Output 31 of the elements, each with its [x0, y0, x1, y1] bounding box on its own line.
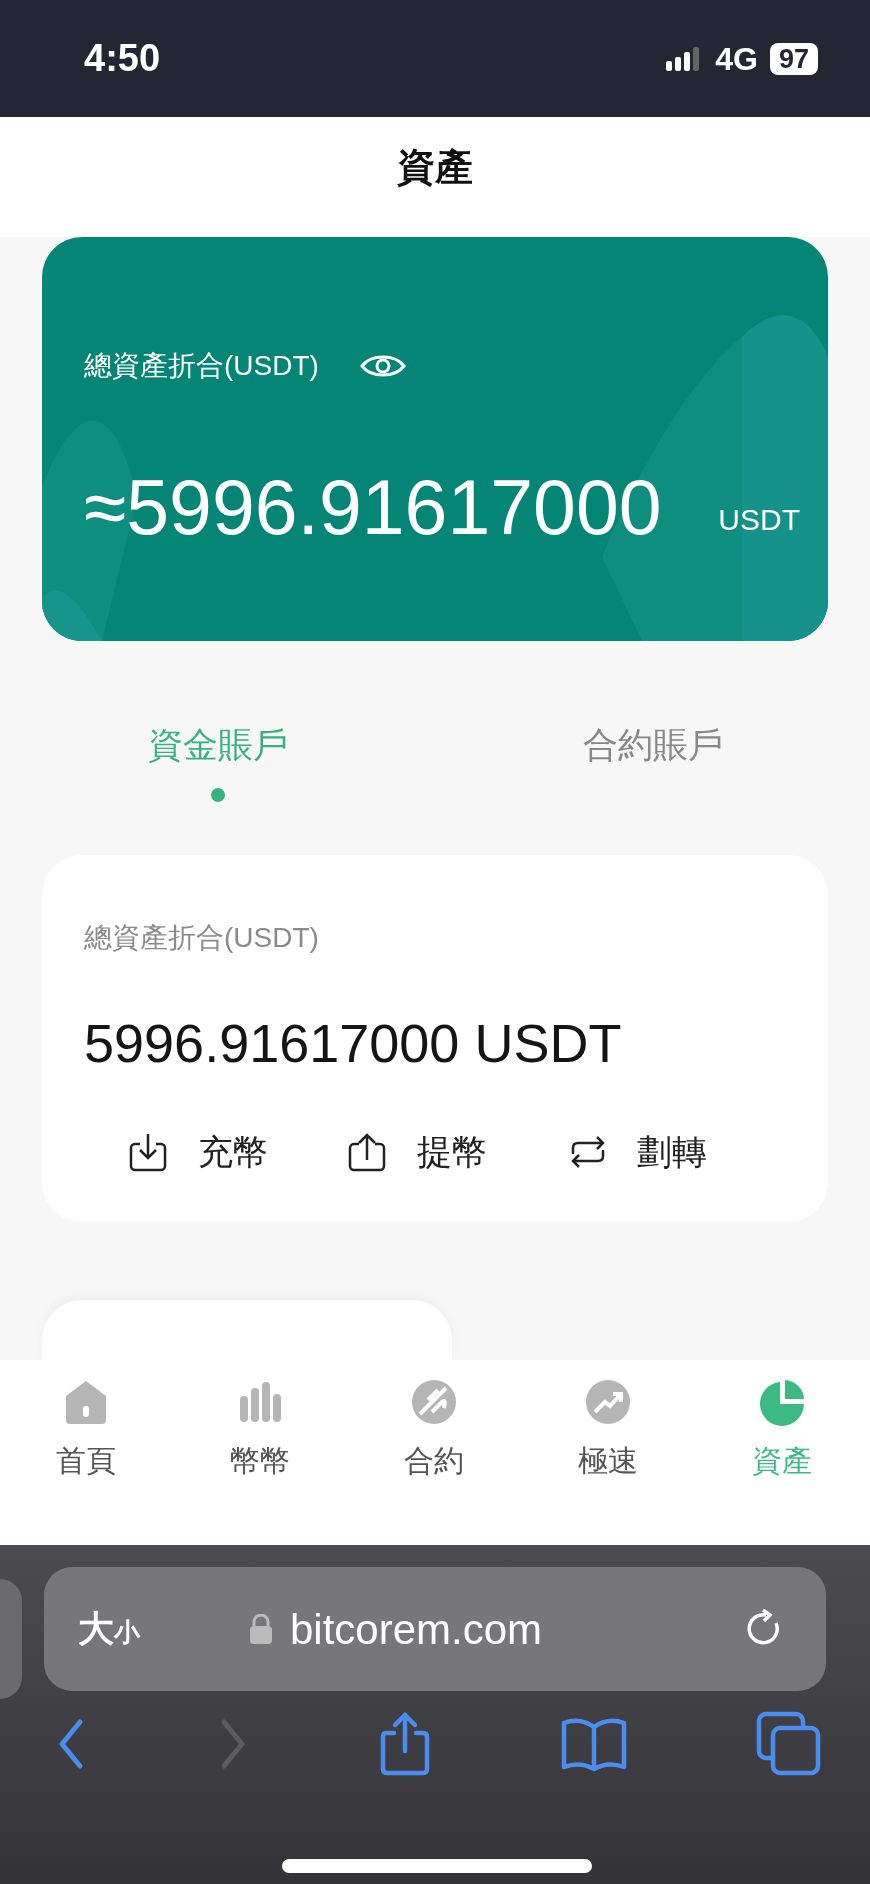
network-label: 4G	[715, 39, 758, 79]
address-bar[interactable]: 大小 bitcorem.com	[44, 1567, 826, 1691]
download-icon	[128, 1132, 168, 1173]
upload-icon	[347, 1132, 388, 1173]
nav-tab[interactable]: 首頁	[26, 1378, 146, 1545]
signal-icon	[666, 46, 700, 71]
nav-tab[interactable]: 合約	[374, 1378, 494, 1545]
total-assets-label: 總資產折合(USDT)	[84, 921, 320, 955]
active-tab-dot	[210, 787, 225, 802]
page-title: 資產	[397, 144, 473, 190]
url-text: bitcorem.com	[290, 1604, 543, 1655]
total-assets-label: 總資產折合(USDT)	[84, 349, 319, 383]
pie-chart-icon	[758, 1378, 806, 1426]
action-button[interactable]: 提幣	[347, 1126, 567, 1179]
total-amount: ≈5996.91617000	[84, 469, 662, 546]
clock-time: 4:50	[84, 36, 161, 81]
trend-up-icon	[584, 1378, 632, 1426]
action-button[interactable]: 劃轉	[566, 1126, 786, 1179]
action-button[interactable]: 充幣	[128, 1126, 348, 1179]
tabs-button[interactable]	[756, 1711, 822, 1777]
share-button[interactable]	[378, 1711, 432, 1777]
text-size-button[interactable]: 大小	[78, 1602, 140, 1656]
account-amount: 5996.91617000 USDT	[84, 1012, 623, 1075]
currency-unit: USDT	[718, 502, 800, 538]
tabs-icon	[756, 1711, 822, 1777]
battery-indicator: 97	[769, 42, 818, 75]
lock-icon	[248, 1614, 274, 1644]
nav-tab[interactable]: 幣幣	[200, 1378, 320, 1545]
contract-icon	[410, 1378, 458, 1426]
nav-tab[interactable]: 極速	[548, 1378, 668, 1545]
share-icon	[378, 1711, 432, 1777]
